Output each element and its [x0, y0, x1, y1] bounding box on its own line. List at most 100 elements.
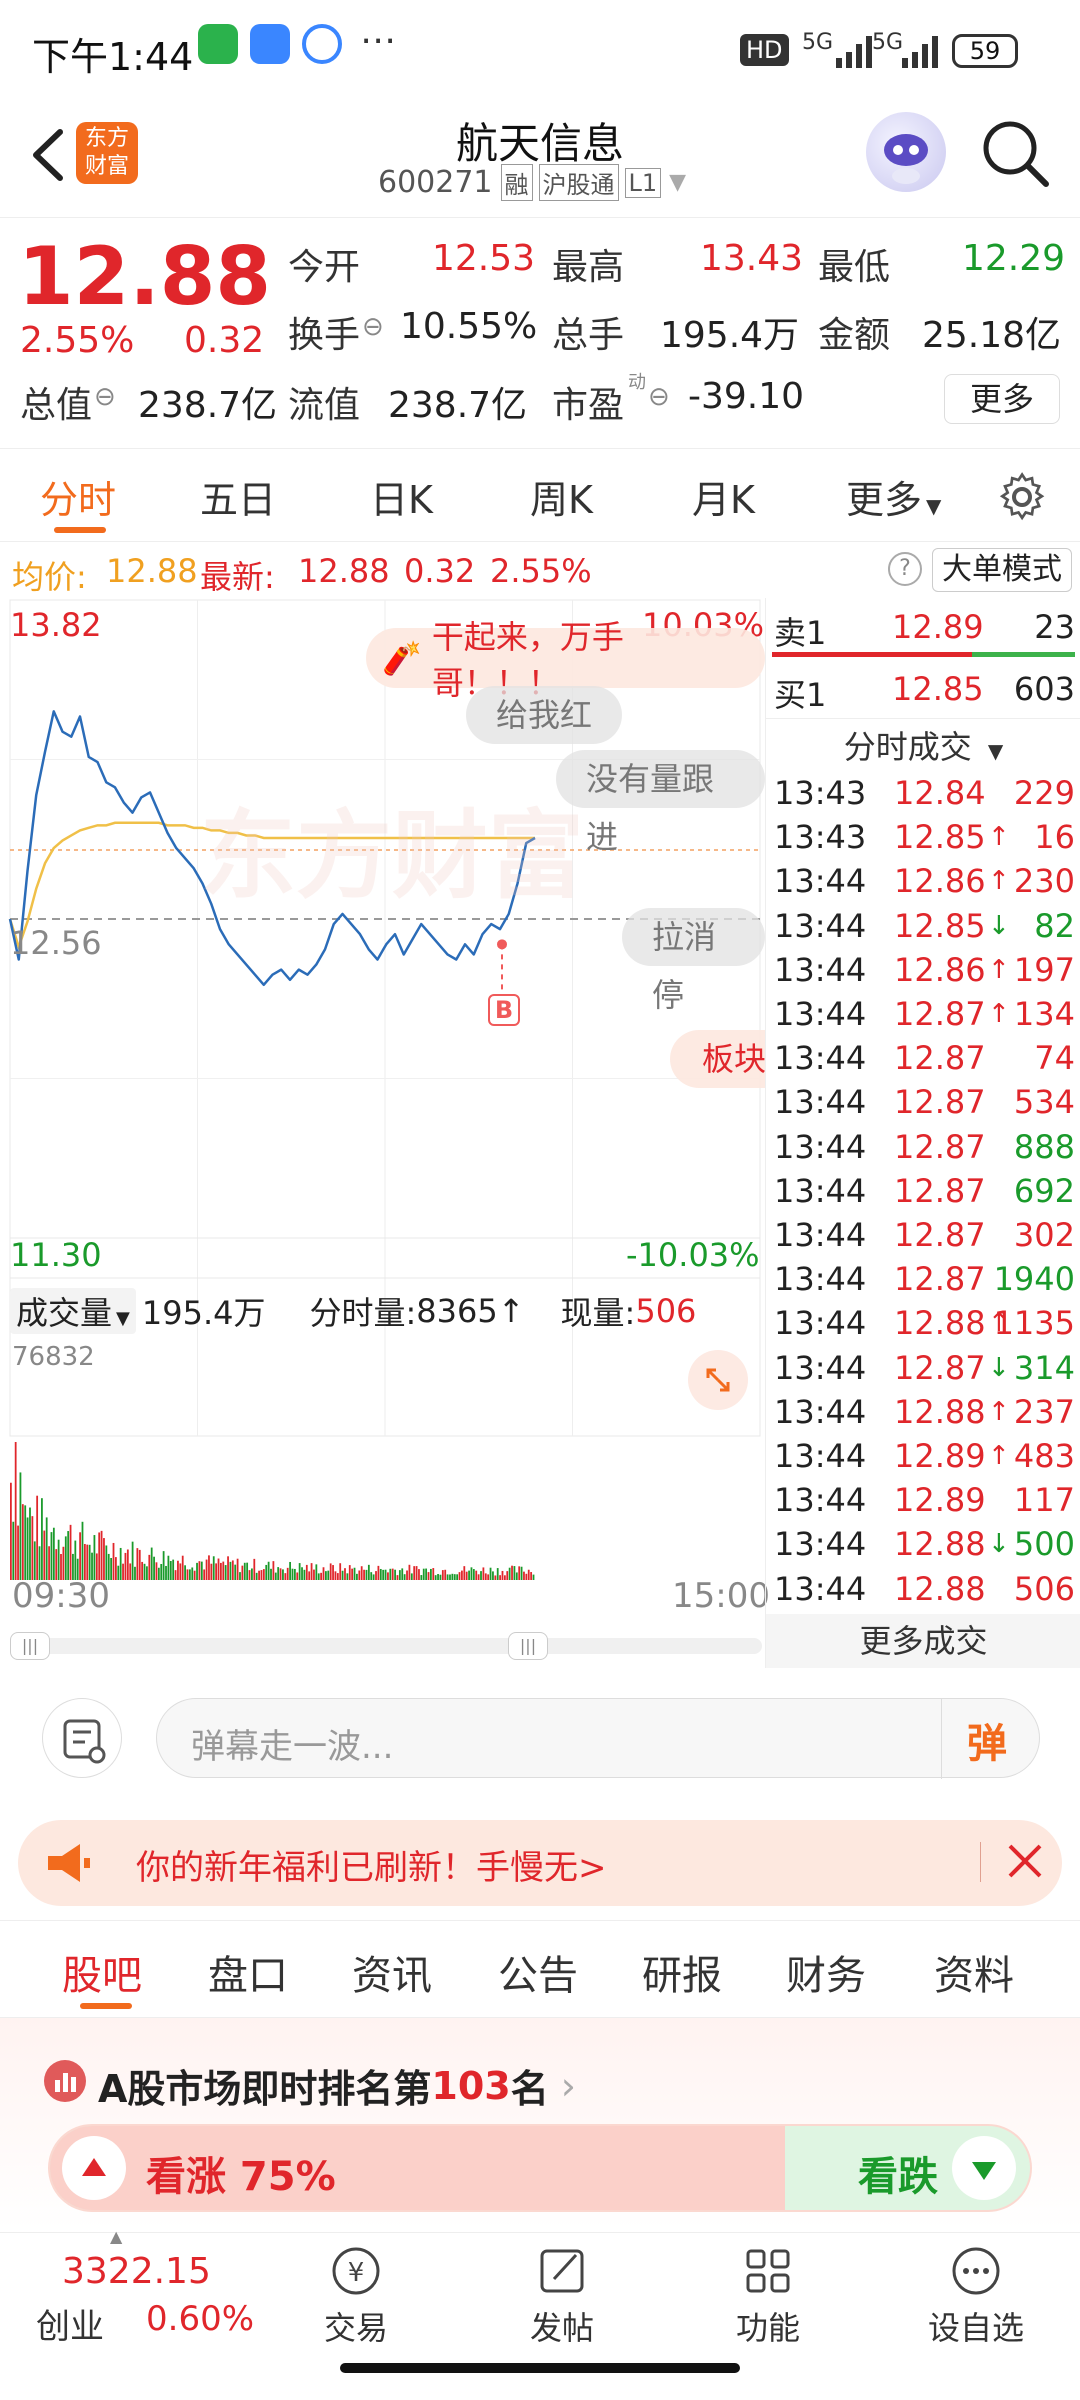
volume-bar: [188, 1569, 191, 1580]
post-edit-icon: [502, 2241, 622, 2303]
volume-bar: [74, 1540, 77, 1580]
down-vote-button[interactable]: [952, 2136, 1016, 2200]
volume-bar: [36, 1495, 39, 1580]
volume-bar: [513, 1566, 516, 1580]
volume-bar: [274, 1572, 277, 1580]
volume-bar: [224, 1565, 227, 1580]
tick-volume: 500: [1013, 1525, 1075, 1564]
tab-five-day[interactable]: 五日: [200, 469, 276, 524]
up-label: 看涨 75%: [146, 2154, 336, 2200]
volume-bar: [251, 1568, 253, 1580]
more-ticks-button[interactable]: 更多成交: [766, 1614, 1080, 1668]
ranking-text[interactable]: A股市场即时排名第 103 名 ›: [98, 2058, 576, 2113]
tab-guba[interactable]: 股吧: [62, 1943, 142, 2001]
range-handle-left[interactable]: |||: [10, 1632, 50, 1660]
volume-bar: [494, 1575, 497, 1580]
tick-arrow: ↓: [988, 1352, 1010, 1383]
dropdown-icon[interactable]: ▼: [669, 170, 686, 195]
volume-bar: [112, 1542, 115, 1580]
kline-tabs: 分时 五日 日K 周K 月K 更多 ▼: [0, 448, 1080, 542]
volume-bar: [43, 1530, 46, 1580]
volume-bar: [41, 1498, 43, 1580]
volume-bar: [134, 1566, 136, 1580]
promo-banner[interactable]: 你的新年福利已刷新！手慢无>: [18, 1820, 1062, 1906]
ticks-list[interactable]: 13:43 12.84 229 13:43 12.85 ↑ 16 13:44 12.86 ↑ 230…: [766, 774, 1080, 1614]
more-notifications-icon: ⋯: [360, 20, 396, 61]
danmu-input[interactable]: 弹幕走一波... 弹: [156, 1698, 1040, 1779]
danmu-tip-main[interactable]: 🧨 干起来，万手哥！！！: [366, 618, 765, 702]
big-order-mode-button[interactable]: 大单模式: [932, 548, 1072, 592]
nav-trade[interactable]: ¥ 交易: [296, 2241, 416, 2349]
bid1-row[interactable]: 买1 12.85 603: [766, 662, 1080, 716]
comment-list-icon[interactable]: [42, 1698, 122, 1778]
volume-bar: [398, 1570, 401, 1580]
danmu-tip-sector[interactable]: 板块: [670, 1030, 765, 1088]
tick-row: 13:44 12.89 117: [770, 1481, 1075, 1525]
pe-label: 市盈: [552, 385, 625, 426]
close-icon[interactable]: [1004, 1840, 1046, 1882]
intraday-chart[interactable]: 13.82 10.03% 11.30 -10.03% 12.56 东方财富 🧨 …: [0, 598, 770, 1663]
tab-daily-k[interactable]: 日K: [370, 469, 433, 524]
turnover-info-icon[interactable]: ⊖: [362, 312, 384, 342]
up-vote-button[interactable]: [62, 2136, 126, 2200]
volume-bar: [303, 1569, 306, 1580]
range-handle-right[interactable]: |||: [508, 1632, 548, 1660]
volume-bar: [203, 1569, 206, 1580]
danmu-tip-pull[interactable]: 拉消停: [622, 908, 765, 1014]
search-icon[interactable]: [980, 118, 1052, 190]
tab-intraday[interactable]: 分时: [40, 469, 116, 524]
tab-announcement[interactable]: 公告: [498, 1943, 578, 2001]
ticks-caret-icon: ▼: [987, 739, 1004, 763]
ticks-header[interactable]: 分时成交 ▼: [766, 722, 1080, 768]
buy-marker-badge[interactable]: B: [488, 994, 520, 1026]
tab-weekly-k[interactable]: 周K: [530, 469, 593, 524]
tab-pankou[interactable]: 盘口: [208, 1943, 288, 2001]
volume-bar: [413, 1566, 416, 1580]
expand-icon[interactable]: [688, 1350, 748, 1410]
volume-bar: [24, 1505, 27, 1580]
volume-bar: [10, 1482, 12, 1580]
settings-gear-icon[interactable]: [996, 471, 1048, 523]
tab-more[interactable]: 更多 ▼: [846, 469, 941, 524]
tab-monthly-k[interactable]: 月K: [692, 469, 755, 524]
volume-selector[interactable]: 成交量 ▼: [10, 1288, 136, 1334]
range-scrollbar[interactable]: [10, 1638, 762, 1654]
nav-functions[interactable]: 功能: [708, 2241, 828, 2349]
tab-finance[interactable]: 财务: [786, 1943, 866, 2001]
volume-bar: [222, 1561, 225, 1580]
tag-hgt: 沪股通: [538, 164, 619, 201]
volume-bar: [422, 1568, 425, 1580]
content-tabs: 股吧 盘口 资讯 公告 研报 财务 资料: [0, 1920, 1080, 2018]
help-icon[interactable]: ?: [888, 552, 922, 586]
volume-bar: [136, 1548, 139, 1580]
open-value: 12.53: [432, 238, 536, 279]
tab-news[interactable]: 资讯: [352, 1943, 432, 2001]
tick-time: 13:44: [774, 862, 867, 901]
robot-assistant-icon[interactable]: [866, 112, 946, 192]
mktcap-info-icon[interactable]: ⊖: [94, 382, 116, 412]
tab-research[interactable]: 研报: [642, 1943, 722, 2001]
more-quote-button[interactable]: 更多: [944, 374, 1060, 424]
volume-bar: [246, 1562, 249, 1580]
tick-arrow: ↑: [988, 1441, 1010, 1471]
tag-rong: 融: [500, 164, 533, 201]
volume-bar: [344, 1568, 346, 1580]
bottom-nav: ▲ 3322.15 创业 0.60% ¥ 交易 发帖 功能 设自选: [0, 2227, 1080, 2373]
tab-profile[interactable]: 资料: [934, 1943, 1014, 2001]
tick-arrow: ↓: [988, 910, 1010, 941]
pe-info-icon[interactable]: ⊖: [648, 382, 670, 412]
danmu-send-button[interactable]: 弹: [967, 1711, 1007, 1769]
volume-bar: [523, 1571, 525, 1580]
tab-more-caret-icon: ▼: [926, 494, 942, 518]
tick-arrow: ↑: [988, 954, 1010, 985]
danmu-tip-give[interactable]: 给我红: [466, 686, 623, 744]
volume-bar: [470, 1567, 473, 1580]
index-ticker[interactable]: ▲ 3322.15 创业 0.60%: [0, 2227, 270, 2353]
nav-post[interactable]: 发帖: [502, 2241, 622, 2349]
volume-bar: [499, 1575, 501, 1580]
ask1-row[interactable]: 卖1 12.89 23: [766, 598, 1080, 658]
nav-add-watchlist[interactable]: 设自选: [916, 2241, 1036, 2349]
danmu-tip-novol[interactable]: 没有量跟进: [556, 750, 765, 856]
volume-bar: [496, 1568, 499, 1580]
volume-bar: [67, 1531, 70, 1580]
